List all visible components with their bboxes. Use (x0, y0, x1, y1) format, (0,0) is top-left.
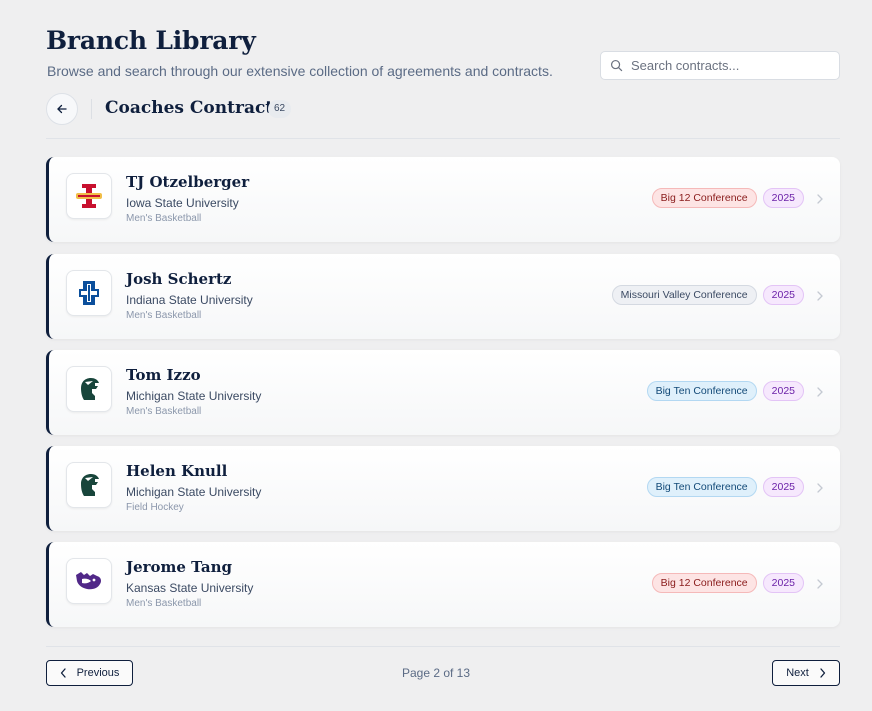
chevron-right-icon (820, 668, 825, 678)
year-badge: 2025 (762, 381, 804, 401)
page-subtitle: Browse and search through our extensive … (47, 63, 553, 79)
conference-badge: Big Ten Conference (646, 381, 757, 401)
conference-badge: Big 12 Conference (651, 573, 757, 593)
header-divider (91, 99, 92, 119)
chevron-right-icon (817, 579, 823, 589)
year-badge: 2025 (762, 573, 804, 593)
chevron-right-icon (817, 291, 823, 301)
pagination-divider (46, 646, 840, 647)
iowa-state-logo (76, 184, 102, 208)
sport-name: Men's Basketball (126, 598, 202, 609)
back-button[interactable] (46, 93, 78, 125)
chevron-right-icon (817, 194, 823, 204)
coach-name: Jerome Tang (126, 558, 233, 576)
year-badge: 2025 (762, 285, 804, 305)
arrow-left-icon (57, 104, 67, 114)
chevron-right-icon (817, 387, 823, 397)
indiana-state-logo (79, 281, 99, 305)
team-logo (66, 173, 112, 219)
kansas-state-logo (76, 572, 101, 590)
coach-name: TJ Otzelberger (126, 173, 250, 191)
contract-card[interactable]: TJ Otzelberger Iowa State University Men… (46, 157, 840, 242)
next-button[interactable]: Next (772, 660, 840, 686)
team-logo (66, 366, 112, 412)
coach-name: Tom Izzo (126, 366, 201, 384)
search-box[interactable] (600, 51, 840, 80)
chevron-right-icon (817, 483, 823, 493)
search-input[interactable] (631, 58, 831, 73)
contract-card[interactable]: Helen Knull Michigan State University Fi… (46, 446, 840, 531)
sport-name: Men's Basketball (126, 310, 202, 321)
coach-name: Helen Knull (126, 462, 228, 480)
next-label: Next (786, 667, 809, 679)
sport-name: Men's Basketball (126, 213, 202, 224)
conference-badge: Big 12 Conference (651, 188, 757, 208)
sport-name: Men's Basketball (126, 406, 202, 417)
conference-badge: Big Ten Conference (646, 477, 757, 497)
sport-name: Field Hockey (126, 502, 184, 513)
contract-card[interactable]: Josh Schertz Indiana State University Me… (46, 254, 840, 339)
coach-name: Josh Schertz (126, 270, 232, 288)
year-badge: 2025 (762, 477, 804, 497)
conference-badge: Missouri Valley Conference (611, 285, 757, 305)
search-icon (610, 59, 623, 72)
school-name: Kansas State University (126, 581, 254, 595)
count-badge: 62 (268, 100, 292, 118)
contract-card[interactable]: Tom Izzo Michigan State University Men's… (46, 350, 840, 435)
school-name: Michigan State University (126, 389, 262, 403)
section-divider (46, 138, 840, 139)
michigan-state-logo (81, 378, 99, 400)
team-logo (66, 270, 112, 316)
team-logo (66, 558, 112, 604)
year-badge: 2025 (762, 188, 804, 208)
section-title: Coaches Contracts (105, 98, 283, 118)
michigan-state-logo (81, 474, 99, 496)
team-logo (66, 462, 112, 508)
page-indicator: Page 2 of 13 (401, 666, 471, 680)
page-title: Branch Library (46, 26, 256, 55)
contract-card[interactable]: Jerome Tang Kansas State University Men'… (46, 542, 840, 627)
school-name: Michigan State University (126, 485, 262, 499)
school-name: Indiana State University (126, 293, 253, 307)
school-name: Iowa State University (126, 196, 239, 210)
